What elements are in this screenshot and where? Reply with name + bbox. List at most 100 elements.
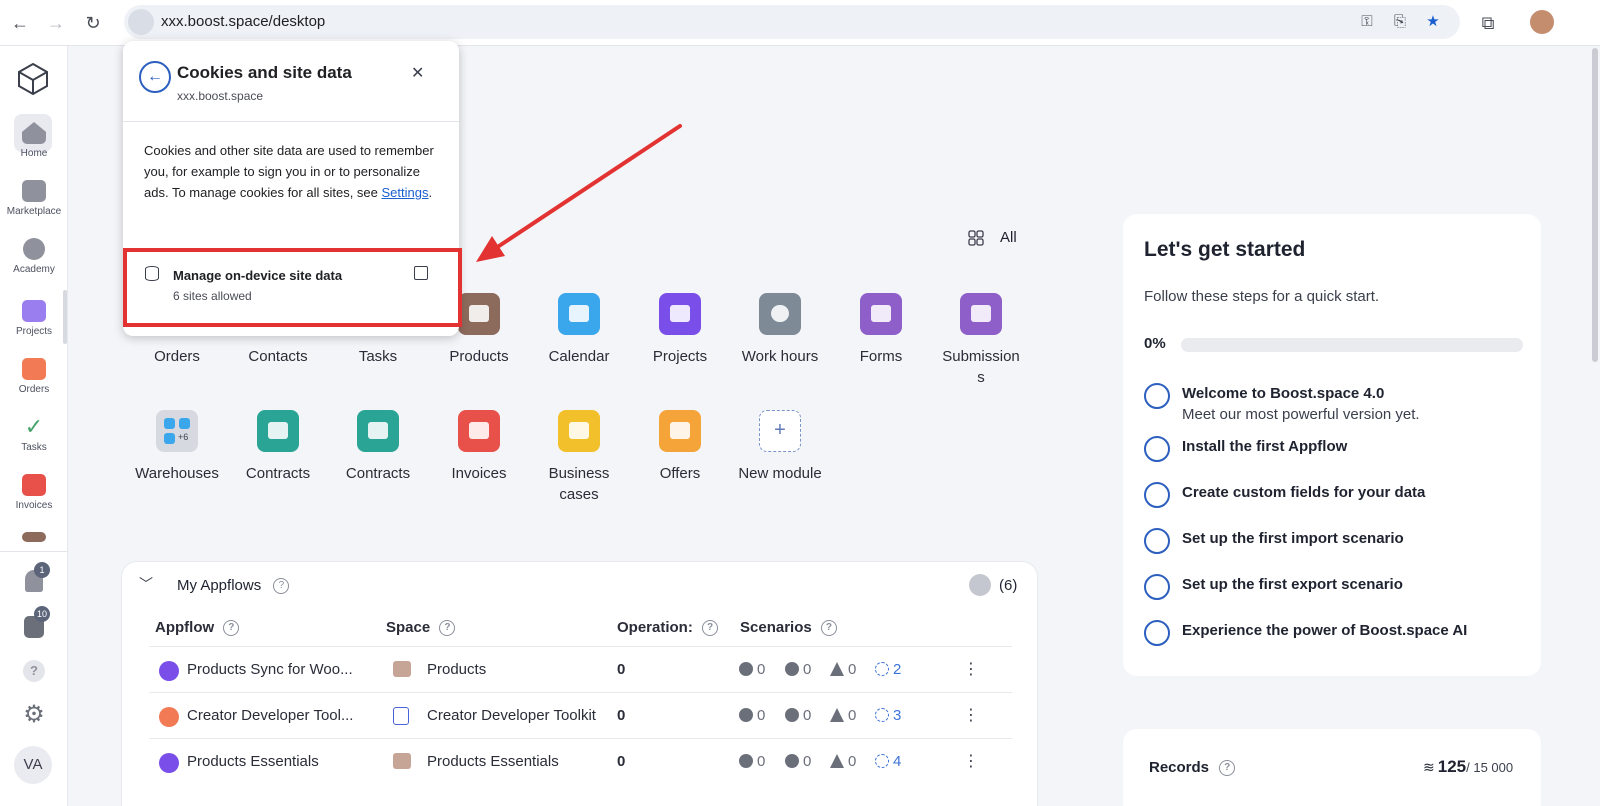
module-label: Warehouses <box>135 465 219 482</box>
step-label: Install the first Appflow <box>1182 438 1348 455</box>
sidebar-item-tasks[interactable]: ✓ Tasks <box>0 416 68 454</box>
module-invoices[interactable]: Invoices <box>429 410 529 484</box>
module-calendar[interactable]: Calendar <box>529 293 629 367</box>
module-submissions[interactable]: Submission s <box>931 293 1031 388</box>
sidebar-item-marketplace[interactable]: Marketplace <box>0 180 68 217</box>
sidebar-item-academy[interactable]: Academy <box>0 238 68 275</box>
module-work-hours[interactable]: Work hours <box>730 293 830 367</box>
more-options-icon[interactable]: ⋮ <box>963 751 979 771</box>
space-name[interactable]: Creator Developer Toolkit <box>427 707 596 724</box>
reload-icon[interactable]: ↻ <box>81 11 105 35</box>
module-new[interactable]: + New module <box>730 410 830 484</box>
sidebar-item-projects[interactable]: Projects <box>0 300 68 337</box>
sidebar-item-label: Invoices <box>15 500 53 511</box>
play-icon <box>739 708 753 722</box>
close-icon[interactable]: ✕ <box>411 63 424 83</box>
column-space[interactable]: Space ? <box>386 619 456 637</box>
sidebar-item-products[interactable] <box>0 532 68 542</box>
help-icon[interactable]: ? <box>223 620 240 637</box>
back-arrow-icon[interactable]: ← <box>139 61 171 93</box>
install-app-icon[interactable]: ⎘ <box>1389 12 1411 32</box>
products-icon <box>393 661 411 677</box>
appflow-name[interactable]: Creator Developer Tool... <box>187 707 353 724</box>
notifications-badge: 1 <box>34 562 50 578</box>
module-label: Projects <box>652 348 708 365</box>
appflow-name[interactable]: Products Essentials <box>187 753 319 770</box>
sidebar: Home Marketplace Academy Projects Orders… <box>0 46 68 806</box>
profile-avatar[interactable] <box>1530 10 1554 34</box>
popup-divider <box>123 121 459 122</box>
table-row[interactable]: Products Sync for Woo... Products 0 0 0 … <box>149 646 1012 692</box>
module-label: Forms <box>859 348 903 365</box>
help-button[interactable]: ? <box>0 660 68 682</box>
play-icon <box>23 238 45 260</box>
popup-title: Cookies and site data <box>177 63 352 82</box>
help-icon[interactable]: ? <box>1219 760 1236 777</box>
briefcase-icon <box>257 410 299 452</box>
step-circle-icon[interactable] <box>1144 383 1170 409</box>
column-label: Space <box>386 619 431 636</box>
money-icon <box>558 410 600 452</box>
url-text[interactable]: xxx.boost.space/desktop <box>161 13 325 30</box>
step-circle-icon[interactable] <box>1144 482 1170 508</box>
module-projects[interactable]: Projects <box>630 293 730 367</box>
module-contracts-2[interactable]: Contracts <box>328 410 428 484</box>
module-warehouses[interactable]: +6 Warehouses <box>127 410 227 484</box>
sidebar-item-label: Home <box>20 148 48 159</box>
step-circle-icon[interactable] <box>1144 574 1170 600</box>
site-settings-icon[interactable] <box>128 9 154 35</box>
help-icon[interactable]: ? <box>702 620 719 637</box>
settings-link[interactable]: Settings <box>382 185 429 200</box>
appflow-icon <box>159 661 179 681</box>
warning-icon <box>830 708 844 722</box>
space-name[interactable]: Products Essentials <box>427 753 559 770</box>
address-bar[interactable]: xxx.boost.space/desktop ⚿ ⎘ ★ <box>124 5 1460 39</box>
appflow-name[interactable]: Products Sync for Woo... <box>187 661 353 678</box>
table-row[interactable]: Creator Developer Tool... Creator Develo… <box>149 692 1012 738</box>
records-label: Records ? <box>1149 759 1236 777</box>
password-key-icon[interactable]: ⚿ <box>1356 12 1378 32</box>
help-icon[interactable]: ? <box>820 620 837 637</box>
help-icon[interactable]: ? <box>439 620 456 637</box>
grid-icon[interactable] <box>968 230 984 246</box>
step-circle-icon[interactable] <box>1144 620 1170 646</box>
more-options-icon[interactable]: ⋮ <box>963 705 979 725</box>
page-scrollbar[interactable] <box>1592 48 1598 362</box>
scenarios-stat[interactable]: 3 <box>875 707 901 724</box>
all-modules-link[interactable]: All <box>1000 229 1017 246</box>
operations-count: 0 <box>617 707 626 724</box>
running-stat: 0 <box>739 661 765 678</box>
boost-logo-icon[interactable] <box>16 62 50 96</box>
module-forms[interactable]: Forms <box>831 293 931 367</box>
column-appflow[interactable]: Appflow ? <box>155 619 240 637</box>
help-icon[interactable]: ? <box>273 578 290 595</box>
step-circle-icon[interactable] <box>1144 528 1170 554</box>
bookmark-star-icon[interactable]: ★ <box>1422 12 1444 32</box>
space-name[interactable]: Products <box>427 661 486 678</box>
back-icon[interactable]: ← <box>8 11 32 35</box>
column-operations[interactable]: Operation: ? <box>617 619 719 637</box>
step-circle-icon[interactable] <box>1144 436 1170 462</box>
settings-button[interactable]: ⚙ <box>0 701 68 728</box>
forward-icon[interactable]: → <box>44 11 68 35</box>
module-contracts[interactable]: Contracts <box>228 410 328 484</box>
popup-description: Cookies and other site data are used to … <box>144 140 441 203</box>
sidebar-scrollbar[interactable] <box>63 290 67 344</box>
chevron-down-icon[interactable]: ﹀ <box>139 574 153 594</box>
module-business-cases[interactable]: Business cases <box>529 410 629 505</box>
scenarios-stat[interactable]: 2 <box>875 661 901 678</box>
extensions-icon[interactable]: ⧉ <box>1476 11 1500 35</box>
scenario-icon <box>875 708 889 722</box>
announcements-button[interactable] <box>0 616 68 638</box>
sidebar-item-invoices[interactable]: Invoices <box>0 474 68 511</box>
user-avatar[interactable]: VA <box>14 746 52 784</box>
sidebar-item-orders[interactable]: Orders <box>0 358 68 395</box>
more-options-icon[interactable]: ⋮ <box>963 659 979 679</box>
sidebar-item-home[interactable]: Home <box>0 122 68 159</box>
running-stat: 0 <box>739 753 765 770</box>
column-scenarios[interactable]: Scenarios ? <box>740 619 837 637</box>
scenarios-stat[interactable]: 4 <box>875 753 901 770</box>
module-offers[interactable]: Offers <box>630 410 730 484</box>
gear-icon: ⚙ <box>23 701 45 728</box>
table-row[interactable]: Products Essentials Products Essentials … <box>149 738 1012 784</box>
